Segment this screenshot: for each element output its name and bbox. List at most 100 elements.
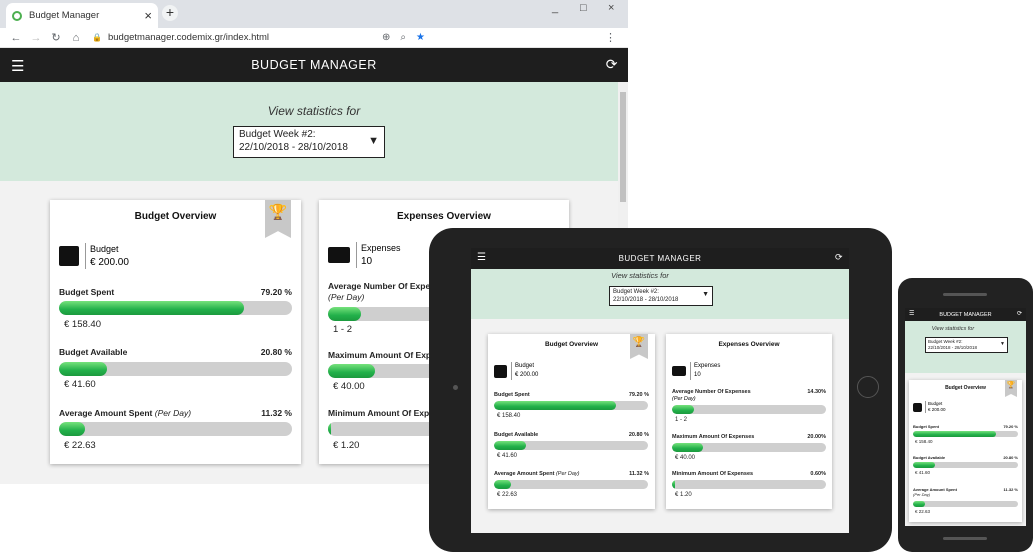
metric-value: 1 - 2 bbox=[675, 417, 688, 423]
metric-label: Average Amount Spent bbox=[59, 408, 153, 418]
metric-value: € 22.63 bbox=[915, 509, 931, 514]
select-line-2: 22/10/2018 - 28/10/2018 bbox=[613, 297, 679, 303]
view-statistics-label: View statistics for bbox=[267, 104, 361, 118]
metric-label-suffix: (Per Day) bbox=[672, 396, 696, 402]
cash-icon bbox=[328, 247, 350, 263]
tab-title: Budget Manager bbox=[29, 10, 100, 21]
metric-label: Budget Available bbox=[913, 455, 946, 460]
metric-label: Average Number Of Expe bbox=[328, 281, 431, 291]
progress-bar bbox=[672, 480, 826, 489]
metric-label: Maximum Amount Of Exp bbox=[328, 350, 432, 360]
minimize-icon[interactable]: _ bbox=[552, 2, 558, 14]
home-icon[interactable]: ⌂ bbox=[66, 32, 86, 44]
metric-percent: 14.30% bbox=[807, 389, 826, 395]
expenses-overview-card: Expenses Overview Expenses 10 Average Nu… bbox=[666, 334, 832, 509]
metric-value: € 158.40 bbox=[915, 439, 933, 444]
summary-label: Expenses bbox=[694, 363, 721, 369]
metric-label: Budget Available bbox=[494, 432, 539, 438]
metric-header: Budget Spent 79.20 % bbox=[913, 424, 1018, 429]
refresh-icon[interactable]: ⟳ bbox=[1017, 310, 1022, 317]
tab-close-icon[interactable]: × bbox=[144, 8, 152, 23]
budget-week-select[interactable]: Budget Week #2: 22/10/2018 - 28/10/2018 … bbox=[233, 126, 385, 158]
metric-percent: 20.00% bbox=[807, 434, 826, 440]
metric-value: € 158.40 bbox=[497, 413, 521, 419]
card-title: Expenses Overview bbox=[397, 211, 491, 222]
metric-value: € 22.63 bbox=[497, 492, 518, 498]
browser-tab[interactable]: Budget Manager × bbox=[6, 3, 158, 28]
metric-label-suffix: (Per Day) bbox=[555, 471, 580, 477]
metric-label-suffix: (Per Day) bbox=[913, 492, 931, 497]
metric-percent: 11.32 % bbox=[629, 471, 649, 477]
summary-value: 10 bbox=[361, 256, 373, 267]
browser-toolbar: ← → ↻ ⌂ 🔒 budgetmanager.codemix.gr/index… bbox=[0, 28, 628, 48]
wallet-icon bbox=[59, 246, 79, 266]
favicon-icon bbox=[12, 10, 22, 21]
metric-value: € 1.20 bbox=[675, 492, 692, 498]
progress-bar bbox=[59, 301, 292, 315]
metric-header: Budget Available 20.80 % bbox=[494, 432, 649, 438]
progress-bar bbox=[913, 431, 1018, 437]
progress-fill bbox=[328, 364, 375, 378]
app-title: BUDGET MANAGER bbox=[251, 58, 377, 72]
tablet-screen: ☰ BUDGET MANAGER ⟳ View statistics for B… bbox=[471, 248, 849, 533]
progress-fill bbox=[672, 405, 695, 414]
statistics-selector-section: View statistics for Budget Week #2: 22/1… bbox=[0, 82, 628, 181]
expenses-summary: Expenses 10 bbox=[328, 242, 401, 268]
new-tab-button[interactable]: + bbox=[162, 5, 178, 21]
progress-bar bbox=[494, 441, 648, 450]
cash-icon bbox=[672, 366, 686, 376]
summary-value: € 200.00 bbox=[928, 407, 946, 412]
dropdown-arrow-icon: ▼ bbox=[702, 291, 709, 298]
address-bar[interactable]: 🔒 budgetmanager.codemix.gr/index.html bbox=[92, 32, 382, 43]
metric-header: Maximum Amount Of Exp bbox=[328, 350, 431, 360]
progress-fill bbox=[672, 480, 676, 489]
budget-summary: Budget € 200.00 bbox=[913, 401, 946, 413]
trophy-icon: 🏆 bbox=[265, 200, 291, 238]
metric-label: Average Number Of Expenses bbox=[672, 389, 751, 395]
progress-fill bbox=[59, 422, 86, 436]
app-title: BUDGET MANAGER bbox=[939, 311, 992, 318]
back-arrow-icon[interactable]: ← bbox=[6, 32, 26, 44]
metric-value: € 40.00 bbox=[675, 455, 696, 461]
select-line-1: Budget Week #2: bbox=[239, 129, 316, 140]
progress-fill bbox=[494, 441, 527, 450]
summary-label: Budget bbox=[90, 244, 119, 254]
wallet-icon bbox=[913, 402, 922, 412]
maximize-icon[interactable]: □ bbox=[580, 2, 587, 14]
progress-fill bbox=[328, 307, 362, 321]
scrollbar-thumb[interactable] bbox=[620, 92, 626, 202]
metric-header: Minimum Amount Of Expenses 0.60% bbox=[672, 471, 826, 477]
browser-menu-icon[interactable]: ⋮ bbox=[605, 31, 616, 44]
statistics-selector-section: View statistics for Budget Week #2: 22/1… bbox=[471, 269, 849, 319]
metric-percent: 0.60% bbox=[810, 471, 826, 477]
zoom-icon[interactable]: ⌕ bbox=[400, 32, 406, 43]
metric-header: Budget Available 20.80 % bbox=[913, 455, 1018, 460]
progress-fill bbox=[328, 422, 332, 436]
metric-percent: 79.20 % bbox=[260, 287, 292, 297]
metric-label: Minimum Amount Of Expenses bbox=[672, 471, 754, 477]
install-icon[interactable]: ⊕ bbox=[382, 32, 390, 43]
tablet-home-button bbox=[857, 376, 879, 398]
refresh-icon[interactable]: ⟳ bbox=[835, 252, 843, 263]
bookmark-star-icon[interactable]: ★ bbox=[416, 32, 425, 43]
metric-percent: 11.32 % bbox=[1003, 487, 1018, 492]
menu-icon[interactable]: ☰ bbox=[11, 57, 25, 75]
progress-fill bbox=[494, 401, 616, 410]
reload-icon[interactable]: ↻ bbox=[46, 31, 66, 44]
device-mockup-stage: Budget Manager × + _ □ × ← → ↻ ⌂ 🔒 budge… bbox=[0, 0, 1034, 553]
close-window-icon[interactable]: × bbox=[608, 2, 614, 14]
select-line-1: Budget Week #2: bbox=[613, 289, 659, 295]
budget-week-select[interactable]: Budget Week #2: 22/10/2018 - 28/10/2018 … bbox=[925, 337, 1008, 353]
refresh-icon[interactable]: ⟳ bbox=[606, 56, 618, 73]
url-text[interactable]: budgetmanager.codemix.gr/index.html bbox=[108, 32, 269, 43]
menu-icon[interactable]: ☰ bbox=[477, 252, 486, 263]
metric-label-suffix: (Per Day) bbox=[154, 408, 192, 418]
trophy-icon: 🏆 bbox=[630, 334, 648, 359]
metric-header: Average Amount Spent (Per Day) 11.32 % bbox=[913, 487, 1018, 497]
metric-header: Average Amount Spent (Per Day) 11.32 % bbox=[494, 471, 649, 477]
forward-arrow-icon[interactable]: → bbox=[26, 32, 46, 44]
budget-week-select[interactable]: Budget Week #2: 22/10/2018 - 28/10/2018 … bbox=[609, 286, 713, 306]
menu-icon[interactable]: ☰ bbox=[909, 310, 914, 317]
summary-value: € 200.00 bbox=[90, 257, 129, 268]
card-title: Expenses Overview bbox=[718, 341, 780, 348]
